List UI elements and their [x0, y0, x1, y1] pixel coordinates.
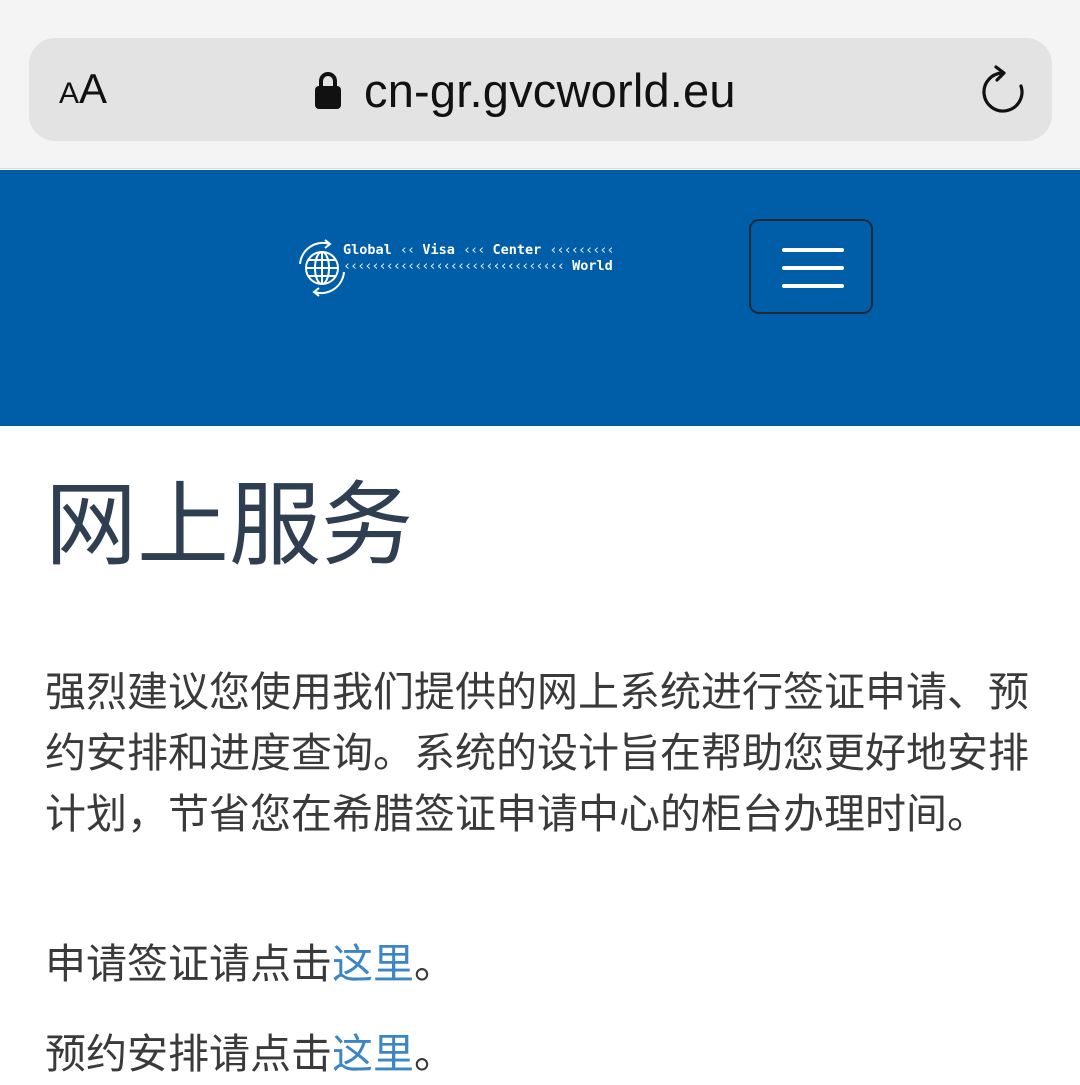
appointment-text: 预约安排请点击	[45, 1030, 332, 1078]
logo-word-world: World	[572, 258, 613, 274]
page-title: 网上服务	[45, 472, 414, 579]
menu-icon-bar	[782, 284, 844, 288]
site-logo[interactable]: Global ‹‹ Visa ‹‹‹ Center ‹‹‹‹‹‹‹‹‹ ‹‹‹‹…	[292, 236, 632, 302]
appointment-period: 。	[414, 1030, 455, 1078]
url-display[interactable]: cn-gr.gvcworld.eu	[314, 60, 736, 120]
address-bar[interactable]: AA cn-gr.gvcworld.eu	[29, 38, 1052, 141]
logo-line-2: ‹‹‹‹‹‹‹‹‹‹‹‹‹‹‹‹‹‹‹‹‹‹‹‹‹‹‹‹‹‹‹ World	[343, 258, 613, 274]
intro-paragraph: 强烈建议您使用我们提供的网上系统进行签证申请、预约安排和进度查询。系统的设计旨在…	[45, 668, 1029, 838]
apply-visa-line: 申请签证请点击这里。	[45, 934, 455, 995]
browser-toolbar: AA cn-gr.gvcworld.eu	[0, 0, 1080, 169]
appointment-link[interactable]: 这里	[332, 1030, 414, 1078]
logo-word-visa: Visa	[422, 242, 455, 258]
logo-word-center: Center	[492, 242, 542, 258]
reload-icon[interactable]	[978, 64, 1028, 114]
text-size-small-label: A	[59, 77, 80, 110]
logo-line-1: Global ‹‹ Visa ‹‹‹ Center ‹‹‹‹‹‹‹‹‹	[343, 242, 615, 258]
site-header: Global ‹‹ Visa ‹‹‹ Center ‹‹‹‹‹‹‹‹‹ ‹‹‹‹…	[0, 170, 1080, 426]
menu-toggle-button[interactable]	[749, 219, 873, 314]
menu-icon-bar	[782, 266, 844, 270]
apply-visa-text: 申请签证请点击	[45, 940, 332, 988]
apply-visa-period: 。	[414, 940, 455, 988]
url-text: cn-gr.gvcworld.eu	[364, 63, 736, 117]
logo-word-global: Global	[343, 242, 392, 258]
text-size-button[interactable]: AA	[59, 65, 107, 113]
appointment-line: 预约安排请点击这里。	[45, 1024, 455, 1085]
apply-visa-link[interactable]: 这里	[332, 940, 414, 988]
menu-icon	[782, 248, 844, 252]
lock-icon	[315, 72, 341, 109]
text-size-big-label: A	[79, 65, 108, 112]
